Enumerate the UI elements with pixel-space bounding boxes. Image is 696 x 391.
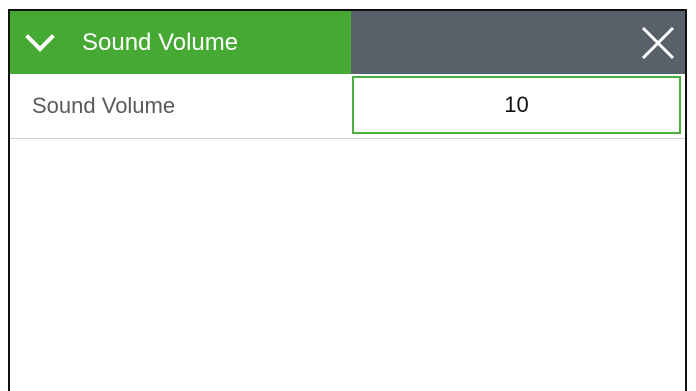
sound-volume-dialog: Sound Volume Sound Volume 10 [8,9,687,391]
sound-volume-input[interactable]: 10 [352,76,681,134]
close-icon[interactable] [639,24,677,62]
collapse-header-toggle[interactable]: Sound Volume [10,11,351,74]
setting-row-sound-volume: Sound Volume 10 [10,74,685,139]
dialog-title: Sound Volume [82,28,239,56]
dialog-header: Sound Volume [10,11,685,74]
chevron-down-icon[interactable] [25,33,55,53]
header-toolbar [351,11,685,74]
sound-volume-label: Sound Volume [32,93,176,118]
